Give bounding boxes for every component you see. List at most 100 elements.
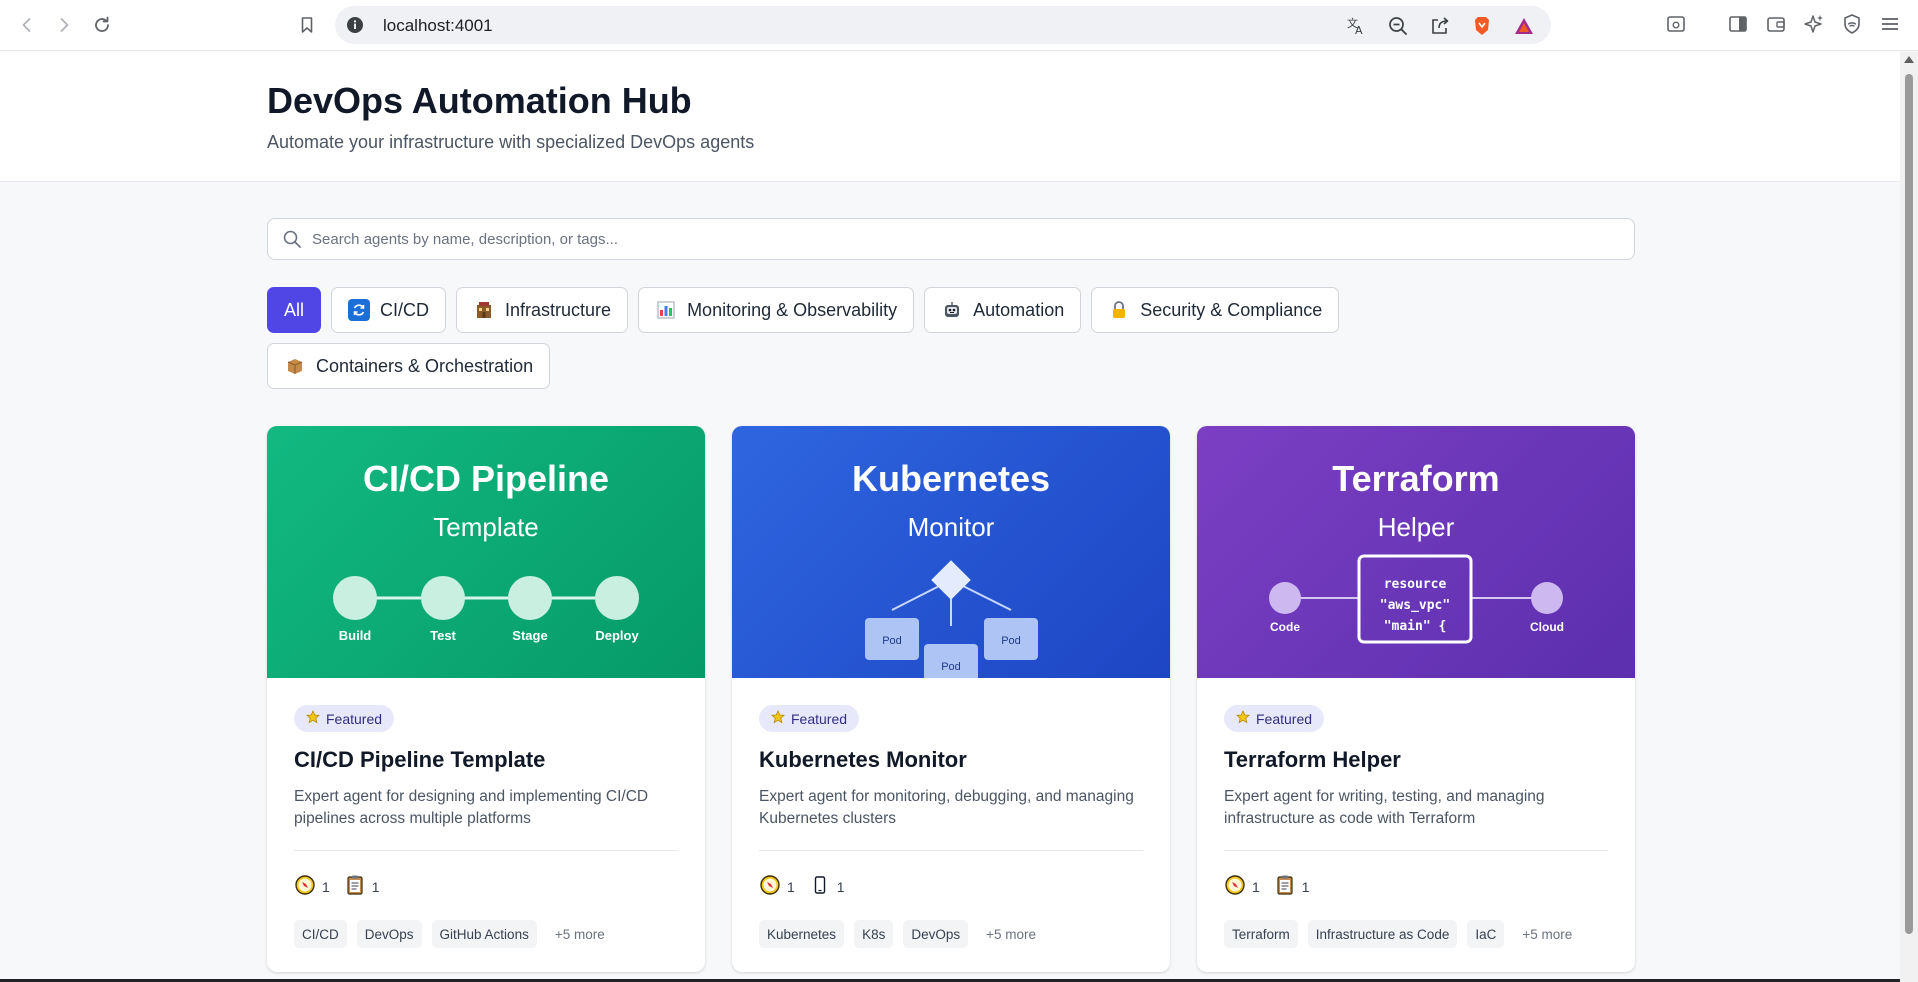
sidebar-icon[interactable] xyxy=(1726,12,1750,36)
search-box[interactable] xyxy=(267,218,1635,260)
stage-label: Test xyxy=(430,628,456,643)
svg-text:A: A xyxy=(1355,24,1363,37)
lock-icon xyxy=(1108,299,1130,321)
featured-badge: Featured xyxy=(294,705,395,732)
featured-badge: Featured xyxy=(1224,705,1325,732)
tag[interactable]: Kubernetes xyxy=(759,920,845,948)
tag[interactable]: GitHub Actions xyxy=(431,920,537,948)
page-scrollbar[interactable] xyxy=(1900,52,1918,982)
reload-icon[interactable] xyxy=(89,12,115,38)
filter-security[interactable]: Security & Compliance xyxy=(1091,287,1340,333)
scrollbar-thumb[interactable] xyxy=(1905,74,1913,934)
hero-subtitle: Monitor xyxy=(907,512,995,542)
tag-list: CI/CD DevOps GitHub Actions +5 more xyxy=(294,920,613,948)
tag[interactable]: CI/CD xyxy=(294,920,347,948)
tag[interactable]: DevOps xyxy=(356,920,422,948)
card-stats: 1 1 xyxy=(759,874,845,899)
iac-diagram: resource "aws_vpc" "main" { Code Cloud xyxy=(1269,554,1564,644)
stat-item: 1 xyxy=(759,874,795,899)
agent-card-kubernetes[interactable]: Kubernetes Monitor Pod Pod Pod Featured … xyxy=(732,426,1170,972)
stage-label: Stage xyxy=(512,628,547,643)
vpn-shield-icon[interactable] xyxy=(1840,12,1864,36)
filter-automation[interactable]: Automation xyxy=(924,287,1082,333)
stage-label: Deploy xyxy=(595,628,639,643)
filter-label: Infrastructure xyxy=(505,299,612,320)
search-icon xyxy=(282,229,302,249)
page-title: DevOps Automation Hub xyxy=(267,80,692,121)
refresh-icon xyxy=(348,299,371,321)
tag[interactable]: Infrastructure as Code xyxy=(1307,920,1458,948)
stat-value: 1 xyxy=(371,878,380,895)
pod-label: Pod xyxy=(941,661,961,673)
card-stats: 1 1 xyxy=(1224,874,1310,899)
filter-label: Security & Compliance xyxy=(1140,299,1323,320)
stat-value: 1 xyxy=(322,878,330,895)
filter-infrastructure[interactable]: Infrastructure xyxy=(456,287,629,333)
leo-ai-icon[interactable] xyxy=(1802,12,1826,36)
more-tags[interactable]: +5 more xyxy=(978,920,1044,948)
badge-label: Featured xyxy=(326,710,383,727)
address-bar[interactable]: localhost:4001 文A xyxy=(335,6,1551,44)
bookmark-icon[interactable] xyxy=(294,12,320,38)
wallet-icon[interactable] xyxy=(1764,12,1788,36)
stat-item: 1 xyxy=(344,874,380,899)
star-icon xyxy=(771,710,785,727)
filter-cicd[interactable]: CI/CD xyxy=(331,287,447,333)
back-icon[interactable] xyxy=(14,12,40,38)
card-hero: Kubernetes Monitor Pod Pod Pod xyxy=(732,426,1170,678)
forward-icon[interactable] xyxy=(51,12,77,38)
filter-label: Automation xyxy=(973,299,1065,320)
star-icon xyxy=(1236,710,1250,727)
agent-card-terraform[interactable]: Terraform Helper resource "aws_vpc" "mai… xyxy=(1197,426,1635,972)
compass-icon xyxy=(294,874,316,899)
card-title[interactable]: CI/CD Pipeline Template xyxy=(294,747,545,773)
card-description: Expert agent for monitoring, debugging, … xyxy=(759,788,1134,827)
menu-icon[interactable] xyxy=(1878,12,1902,36)
scroll-up-arrow[interactable] xyxy=(1904,56,1914,63)
pod-label: Pod xyxy=(882,635,902,647)
filter-containers[interactable]: Containers & Orchestration xyxy=(267,343,551,389)
search-input[interactable] xyxy=(312,227,1612,251)
compass-icon xyxy=(759,874,781,899)
share-icon[interactable] xyxy=(1427,15,1453,37)
card-hero: CI/CD Pipeline Template Build Test Stage… xyxy=(267,426,705,678)
star-icon xyxy=(306,710,320,727)
stat-value: 1 xyxy=(787,878,795,895)
filter-monitoring[interactable]: Monitoring & Observability xyxy=(638,287,915,333)
building-icon xyxy=(473,299,495,321)
bar-chart-icon xyxy=(655,299,677,321)
card-title[interactable]: Kubernetes Monitor xyxy=(759,747,967,773)
filter-label: Containers & Orchestration xyxy=(316,355,534,376)
stat-item: 1 xyxy=(294,874,330,899)
stat-item: 1 xyxy=(809,874,845,899)
brave-rewards-icon[interactable] xyxy=(1511,15,1537,37)
more-tags[interactable]: +5 more xyxy=(1514,920,1580,948)
divider xyxy=(759,850,1143,851)
tag[interactable]: K8s xyxy=(854,920,894,948)
hero-title: Kubernetes xyxy=(851,458,1051,499)
compass-icon xyxy=(1224,874,1246,899)
site-info-icon[interactable] xyxy=(345,15,365,35)
hero-title: CI/CD Pipeline xyxy=(362,458,610,499)
card-title[interactable]: Terraform Helper xyxy=(1224,747,1401,773)
tag-list: Kubernetes K8s DevOps +5 more xyxy=(759,920,1044,948)
node-label: Code xyxy=(1270,620,1300,634)
tag[interactable]: Terraform xyxy=(1224,920,1298,948)
tag[interactable]: DevOps xyxy=(903,920,969,948)
code-line: resource xyxy=(1384,577,1447,592)
translate-icon[interactable]: 文A xyxy=(1343,15,1369,37)
url-text[interactable]: localhost:4001 xyxy=(383,16,493,36)
more-tags[interactable]: +5 more xyxy=(547,920,613,948)
zoom-out-icon[interactable] xyxy=(1385,15,1411,37)
brave-shields-icon[interactable] xyxy=(1469,15,1495,37)
search-tabs-icon[interactable] xyxy=(1664,12,1688,36)
tag[interactable]: IaC xyxy=(1467,920,1505,948)
divider xyxy=(1224,850,1608,851)
hero-title: Terraform xyxy=(1332,458,1500,499)
featured-badge: Featured xyxy=(759,705,860,732)
filter-all[interactable]: All xyxy=(267,287,322,333)
hero-subtitle: Template xyxy=(433,512,539,542)
code-line: "main" { xyxy=(1384,619,1447,634)
agent-card-cicd[interactable]: CI/CD Pipeline Template Build Test Stage… xyxy=(267,426,705,972)
stat-item: 1 xyxy=(1274,874,1310,899)
